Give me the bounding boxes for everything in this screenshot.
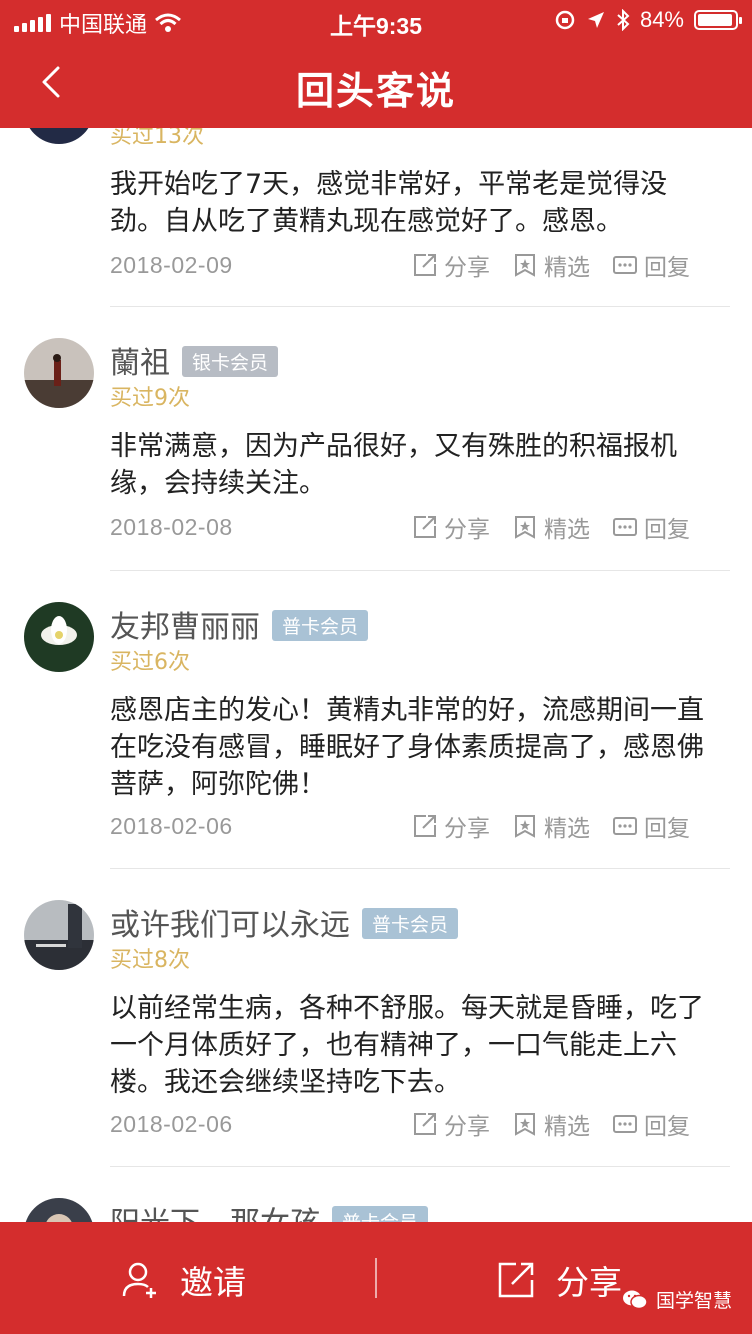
share-button[interactable]: 分享 [496,1256,622,1304]
avatar[interactable] [24,338,94,408]
add-user-icon [122,1262,156,1298]
feature-action[interactable]: 精选 [512,809,590,843]
bookmark-star-icon [515,254,535,277]
review-text: 我开始吃了7天，感觉非常好，平常老是觉得没劲。自从吃了黄精丸现在感觉好了。感恩。 [110,169,668,237]
battery-icon [694,10,742,30]
share-icon [414,1113,436,1135]
avatar[interactable] [24,128,94,144]
share-action[interactable]: 分享 [412,510,490,544]
review-date: 2018-02-06 [110,1111,233,1137]
bookmark-star-icon [515,1113,535,1136]
review-date: 2018-02-09 [110,252,233,278]
reviewer-name: 友邦曹丽丽 普卡会员 [110,602,369,646]
share-action[interactable]: 分享 [412,248,490,282]
bookmark-star-icon [515,815,535,838]
wechat-icon [622,1290,648,1309]
share-icon [414,815,436,837]
rotation-lock-icon [555,10,575,30]
share-action[interactable]: 分享 [412,809,490,843]
location-icon [587,12,604,28]
bought-count: 买过13次 [110,128,204,149]
reviewer-name: 或许我们可以永远 普卡会员 [110,900,459,944]
feature-action[interactable]: 精选 [512,1107,590,1141]
member-badge: 银卡会员 [182,346,279,377]
reply-action[interactable]: 回复 [612,248,690,282]
bookmark-star-icon [515,516,535,539]
member-badge: 普卡会员 [362,908,459,939]
bought-count: 买过8次 [110,948,190,973]
divider [110,570,730,571]
review-text: 以前经常生病，各种不舒服。每天就是昏睡，吃了一个月体质好了，也有精神了，一口气能… [110,993,704,1098]
divider [110,306,730,307]
avatar[interactable] [24,1198,94,1222]
watermark: 国学智慧 [622,1286,732,1313]
share-icon [498,1262,534,1298]
reviewer-name: 蘭祖 银卡会员 [110,338,279,382]
comment-icon [613,256,637,274]
review-actions: 分享 精选 回复 [412,809,690,843]
nav-bar: 回头客说 [0,40,752,128]
bottom-bar: 邀请 分享 国学智慧 [0,1222,752,1334]
reply-action[interactable]: 回复 [612,1107,690,1141]
share-icon [414,254,436,276]
review-actions: 分享 精选 回复 [412,1107,690,1141]
battery-percent: 84% [639,7,684,32]
review-text: 感恩店主的发心！黄精丸非常的好，流感期间一直在吃没有感冒，睡眠好了身体素质提高了… [110,695,704,800]
invite-button[interactable]: 邀请 [120,1256,246,1304]
divider [110,1166,730,1167]
review-date: 2018-02-06 [110,813,233,839]
share-icon [414,516,436,538]
avatar[interactable] [24,900,94,970]
bought-count: 买过6次 [110,650,190,675]
member-badge: 普卡会员 [272,610,369,641]
member-badge: 普卡会员 [332,1206,429,1222]
share-action[interactable]: 分享 [412,1107,490,1141]
divider [375,1258,377,1298]
comment-icon [613,1115,637,1133]
review-actions: 分享 精选 回复 [412,510,690,544]
review-date: 2018-02-08 [110,514,233,540]
divider [110,868,730,869]
avatar[interactable] [24,602,94,672]
review-text: 非常满意，因为产品很好，又有殊胜的积福报机缘，会持续关注。 [110,431,677,499]
comment-icon [613,817,637,835]
feature-action[interactable]: 精选 [512,248,590,282]
comment-icon [613,518,637,536]
page-title: 回头客说 [295,69,456,113]
bought-count: 买过9次 [110,386,190,411]
feature-action[interactable]: 精选 [512,510,590,544]
status-bar: 中国联通 上午9:35 84% [0,0,752,40]
bluetooth-icon [617,9,630,31]
reply-action[interactable]: 回复 [612,809,690,843]
reply-action[interactable]: 回复 [612,510,690,544]
reviewer-name: 阳光下，那女孩普卡会员 [110,1198,429,1222]
review-list[interactable]: 买过13次 我开始吃了7天，感觉非常好，平常老是觉得没劲。自从吃了黄精丸现在感觉… [0,128,752,1222]
review-actions: 分享 精选 回复 [412,248,690,282]
